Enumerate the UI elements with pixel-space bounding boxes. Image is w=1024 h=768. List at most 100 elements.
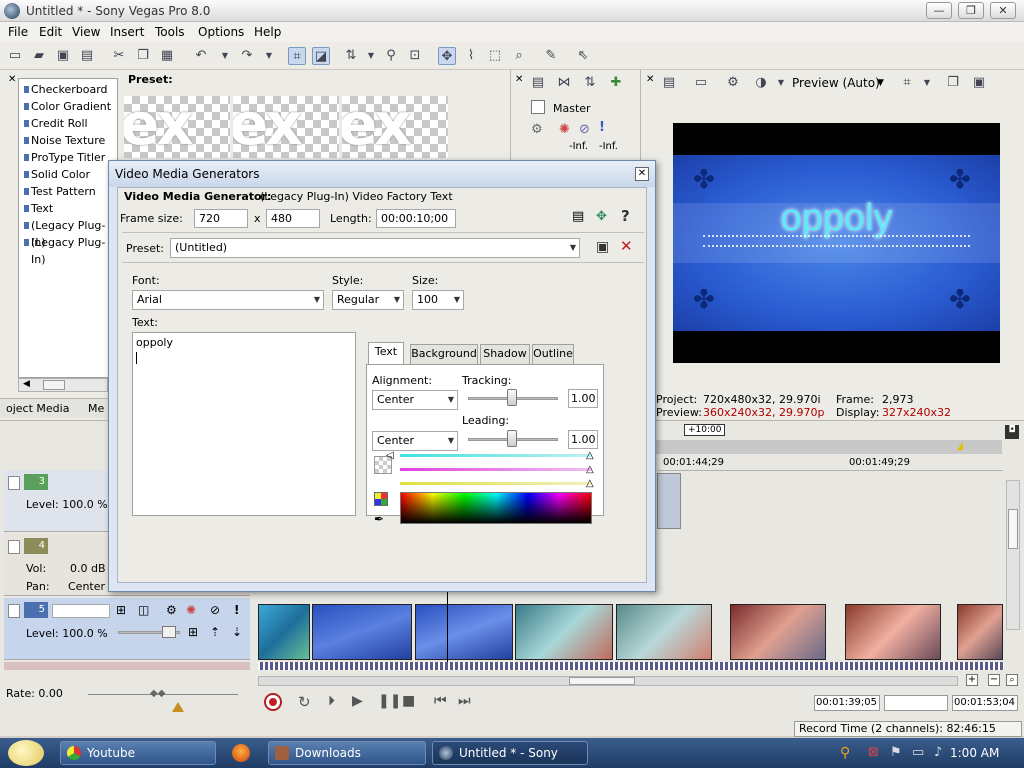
loop-marker-icon[interactable] xyxy=(957,442,963,450)
generator-item-color-gradient[interactable]: Color Gradient xyxy=(23,98,111,115)
go-to-end-icon[interactable]: ⏭ xyxy=(458,693,471,709)
downmix-icon[interactable]: ⋈ xyxy=(555,74,573,92)
track-5-composite-mode-icon[interactable]: ⊞ xyxy=(188,625,198,639)
mixer-close-icon[interactable]: ✕ xyxy=(515,74,523,85)
zoom-out-icon[interactable]: − xyxy=(988,674,1000,686)
preview-fx-icon[interactable]: ⚙ xyxy=(724,74,742,92)
master-power-icon[interactable]: ✺ xyxy=(559,122,570,137)
video-clip[interactable] xyxy=(616,604,712,660)
paste-icon[interactable]: ▦ xyxy=(158,47,176,65)
menu-insert[interactable]: Insert xyxy=(110,25,144,39)
track-3-minimize-icon[interactable] xyxy=(8,476,20,490)
track-5-level-thumb[interactable] xyxy=(162,626,176,638)
track-5-solo-icon[interactable]: ! xyxy=(234,603,239,617)
preset-thumbnail-3[interactable]: ex xyxy=(342,96,448,158)
generator-list-hscrollbar[interactable]: ◀ xyxy=(18,378,108,392)
video-clip[interactable] xyxy=(515,604,613,660)
cursor-position-field[interactable]: 00:01:39;05 xyxy=(814,695,880,711)
track-5-power-icon[interactable]: ✺ xyxy=(186,603,196,617)
preset-select[interactable]: (Untitled) xyxy=(170,238,580,258)
external-monitor-icon[interactable]: ▭ xyxy=(692,74,710,92)
style-select[interactable]: Regular xyxy=(332,290,404,310)
firefox-icon[interactable] xyxy=(232,744,250,762)
taskbar-item-chrome[interactable]: Youtube Downloade... xyxy=(60,741,216,765)
save-icon[interactable]: ▣ xyxy=(54,47,72,65)
generator-item-legacy-1[interactable]: (Legacy Plug-In) xyxy=(24,217,117,249)
copy-icon[interactable]: ❐ xyxy=(134,47,152,65)
tab-project-media[interactable]: oject Media xyxy=(6,402,69,415)
dialog-close-button[interactable]: ✕ xyxy=(635,167,649,181)
record-icon[interactable] xyxy=(264,693,282,711)
loop-playback-icon[interactable]: ↻ xyxy=(298,693,311,711)
menu-view[interactable]: View xyxy=(72,25,100,39)
menu-options[interactable]: Options xyxy=(198,25,244,39)
leading-slider-thumb[interactable] xyxy=(507,430,517,447)
scroll-left-icon[interactable]: ◀ xyxy=(23,379,30,389)
color-channel-yellow[interactable] xyxy=(400,482,592,485)
track-5-child-icon[interactable]: ⇣ xyxy=(232,625,242,639)
audio-waveform[interactable] xyxy=(258,662,1004,670)
video-clip[interactable] xyxy=(415,604,513,660)
generator-item-credit-roll[interactable]: Credit Roll xyxy=(24,115,88,132)
menu-edit[interactable]: Edit xyxy=(39,25,62,39)
color-spectrum-picker[interactable] xyxy=(400,492,592,524)
align-icon[interactable]: ⇅ xyxy=(342,47,360,65)
save-preset-icon[interactable]: ▣ xyxy=(596,239,609,255)
taskbar-item-vegas[interactable]: Untitled * - Sony Veg... xyxy=(432,741,588,765)
video-clip[interactable] xyxy=(730,604,826,660)
stop-icon[interactable]: ■ xyxy=(402,693,415,709)
plugin-properties-icon[interactable]: ▤ xyxy=(572,209,584,224)
selection-start-field[interactable] xyxy=(884,695,948,711)
envelope-tool-icon[interactable]: ⌇ xyxy=(462,47,480,65)
frame-width-input[interactable]: 720 xyxy=(194,209,248,228)
menu-help[interactable]: Help xyxy=(254,25,281,39)
generator-item-checkerboard[interactable]: Checkerboard xyxy=(24,81,108,98)
rate-slider-handle-icon[interactable]: ◆◆ xyxy=(150,688,165,699)
lock-envelopes-icon[interactable]: ⚲ xyxy=(382,47,400,65)
hscroll-thumb[interactable] xyxy=(569,677,635,685)
preview-properties-icon[interactable]: ▤ xyxy=(660,74,678,92)
track-5-mute-icon[interactable]: ⊘ xyxy=(210,603,220,617)
tab-background[interactable]: Background xyxy=(410,344,478,364)
track-5-compositing-icon[interactable]: ◫ xyxy=(138,603,149,617)
copy-snapshot-icon[interactable]: ❐ xyxy=(944,74,962,92)
start-button[interactable] xyxy=(8,740,44,766)
render-icon[interactable]: ✎ xyxy=(542,47,560,65)
master-solo-icon[interactable]: ! xyxy=(599,120,605,135)
generator-item-noise-texture[interactable]: Noise Texture xyxy=(23,132,105,149)
track-5-name-field[interactable] xyxy=(52,604,110,618)
help-icon[interactable]: ? xyxy=(621,207,630,225)
color-slider-handle-icon[interactable]: △ xyxy=(586,450,594,461)
tracking-input[interactable]: 1.00 xyxy=(568,389,598,408)
track-4-minimize-icon[interactable] xyxy=(8,540,20,554)
align-dropdown-icon[interactable]: ▼ xyxy=(362,47,380,65)
new-icon[interactable]: ▭ xyxy=(6,47,24,65)
split-screen-dropdown-icon[interactable]: ▼ xyxy=(772,74,790,92)
tab-outline[interactable]: Outline xyxy=(532,344,574,364)
panel-close-icon[interactable]: ✕ xyxy=(8,74,16,85)
video-clip[interactable] xyxy=(957,604,1003,660)
ignore-grouping-icon[interactable]: ⊡ xyxy=(406,47,424,65)
tray-flag-icon[interactable]: ⚑ xyxy=(890,745,902,760)
save-snapshot-icon[interactable]: ▣ xyxy=(970,74,988,92)
color-mode-icon[interactable] xyxy=(374,492,388,506)
pause-icon[interactable]: ❚❚ xyxy=(378,693,401,709)
color-slider-handle-icon[interactable]: ◁ xyxy=(386,450,394,461)
redo-icon[interactable]: ↷ xyxy=(238,47,256,65)
color-channel-magenta[interactable] xyxy=(400,468,592,471)
frame-height-input[interactable]: 480 xyxy=(266,209,320,228)
track-5-motion-icon[interactable]: ⊞ xyxy=(116,603,126,617)
master-mute-icon[interactable]: ⊘ xyxy=(579,122,590,137)
close-button[interactable]: ✕ xyxy=(990,2,1016,19)
clock[interactable]: 1:00 AM xyxy=(950,746,999,760)
preset-thumbnail-2[interactable]: ex xyxy=(233,96,339,158)
zoom-tool-small-icon[interactable]: ⌕ xyxy=(1006,674,1018,686)
tab-text[interactable]: Text xyxy=(368,342,404,364)
zoom-tool-icon[interactable]: ⌕ xyxy=(510,47,528,65)
tracking-slider-thumb[interactable] xyxy=(507,389,517,406)
normal-edit-tool-icon[interactable]: ✥ xyxy=(438,47,456,65)
properties-icon[interactable]: ▤ xyxy=(78,47,96,65)
overlays-dropdown-icon[interactable]: ▼ xyxy=(918,74,936,92)
preview-quality-dropdown-icon[interactable]: ▼ xyxy=(877,78,884,88)
mixer-properties-icon[interactable]: ▤ xyxy=(529,74,547,92)
